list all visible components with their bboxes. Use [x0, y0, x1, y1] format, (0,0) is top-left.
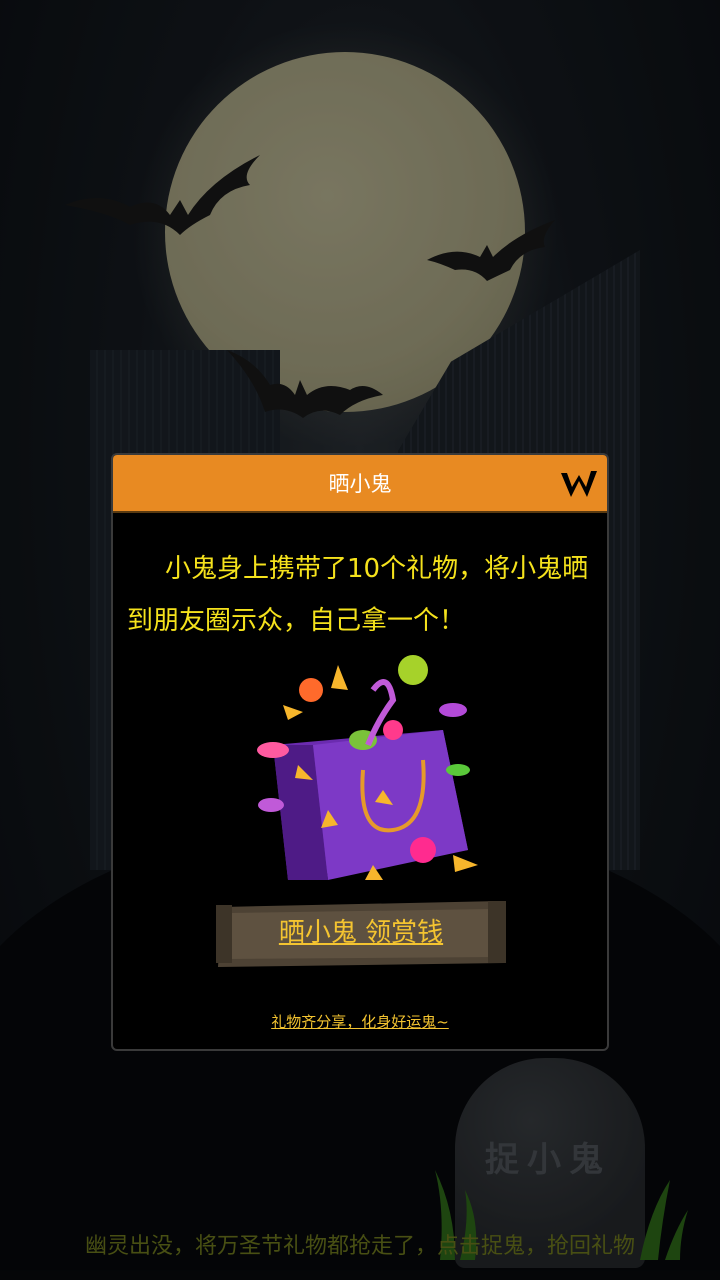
close-x-icon[interactable]: [559, 467, 599, 503]
share-ghost-button[interactable]: 晒小鬼 领赏钱: [216, 897, 506, 969]
dialog-title: 晒小鬼: [328, 472, 392, 496]
share-dialog: 晒小鬼 小鬼身上携带了10个礼物，将小鬼晒到朋友圈示众，自己拿一个！ 晒小鬼 领…: [111, 453, 609, 1051]
candy-bag-icon: [257, 655, 478, 880]
share-gift-link[interactable]: 礼物齐分享，化身好运鬼~: [113, 1011, 607, 1032]
share-ghost-label: 晒小鬼 领赏钱: [278, 918, 444, 948]
dialog-message: 小鬼身上携带了10个礼物，将小鬼晒到朋友圈示众，自己拿一个！: [127, 554, 589, 636]
